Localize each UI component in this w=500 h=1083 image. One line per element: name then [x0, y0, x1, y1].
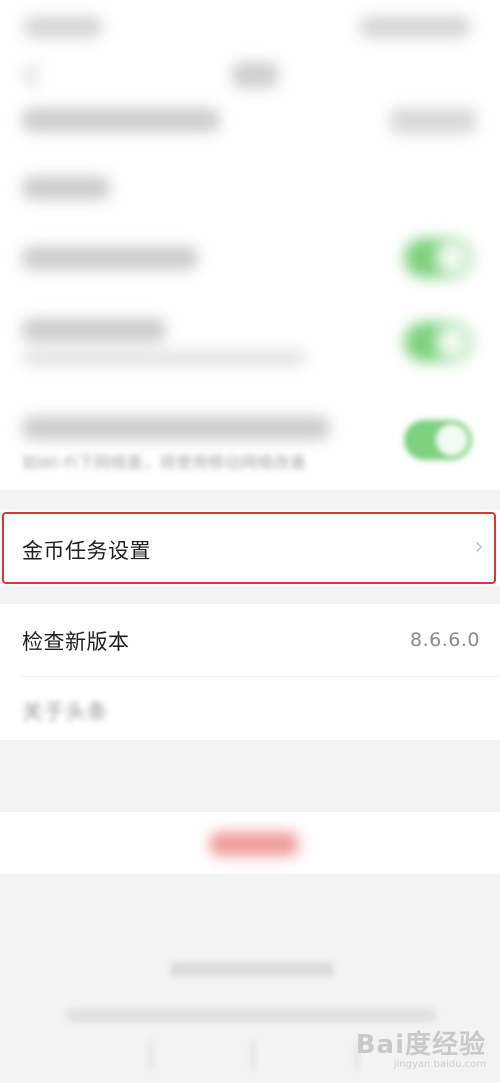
check-update-label: 检查新版本 [22, 630, 130, 654]
toggle-switch-3[interactable] [404, 420, 472, 460]
setting-row-label-3 [22, 318, 166, 342]
page-title [232, 62, 278, 88]
logout-button[interactable] [210, 832, 298, 856]
status-bar-time [24, 16, 102, 38]
toggle-switch-2[interactable] [404, 322, 472, 362]
setting-row-label-2 [22, 246, 198, 270]
back-arrow-icon[interactable] [22, 62, 48, 88]
row-divider [22, 676, 500, 677]
toggle-knob [436, 326, 468, 358]
watermark-logo: Bai度经验 [355, 1030, 486, 1060]
toggle-knob [436, 424, 468, 456]
setting-row-label-1[interactable] [22, 108, 220, 132]
setting-row-label-4 [22, 416, 330, 440]
settings-top-section: 如Wi-Fi下网络差，将使用移动网络改善 [0, 0, 500, 490]
app-version: 8.6.6.0 [410, 629, 480, 651]
about-label: 关于头条 [22, 700, 108, 724]
coin-task-settings-row[interactable]: 金币任务设置 › [0, 510, 500, 586]
status-bar-indicators [360, 16, 470, 38]
toggle-switch-1[interactable] [404, 238, 472, 278]
footer-line-1 [170, 962, 334, 976]
setting-row-sub-3 [22, 350, 306, 366]
chevron-right-icon: › [474, 532, 484, 560]
baidu-jingyan-watermark: Bai度经验 jingyan.baidu.com [356, 1024, 486, 1070]
coin-task-label: 金币任务设置 [22, 539, 151, 563]
nav-bar-item [150, 1040, 170, 1070]
wifi-fallback-note: 如Wi-Fi下网络差，将使用移动网络改善 [22, 453, 307, 472]
footer-line-2 [66, 1008, 436, 1022]
section-header [22, 176, 110, 200]
nav-bar-item [252, 1040, 272, 1070]
toggle-knob [436, 242, 468, 274]
check-update-row[interactable]: 检查新版本 8.6.6.0 [0, 604, 500, 676]
setting-row-value-1 [390, 108, 476, 134]
about-row[interactable]: 关于头条 [0, 676, 500, 740]
